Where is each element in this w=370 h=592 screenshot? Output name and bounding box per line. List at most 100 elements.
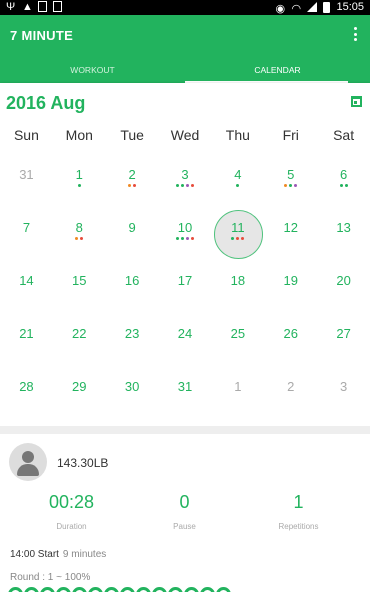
repetitions-metric: 1 Repetitions [237, 492, 360, 531]
workout-dots [159, 184, 212, 187]
day-number: 17 [177, 273, 193, 288]
calendar-day[interactable]: 26 [264, 312, 317, 365]
round-info: Round : 1 ~ 100% [10, 572, 91, 583]
day-number: 16 [124, 273, 140, 288]
workout-dots [159, 237, 212, 240]
day-number: 30 [124, 379, 140, 394]
day-number: 3 [339, 379, 348, 394]
calendar-day[interactable]: 28 [0, 365, 53, 418]
total-time: 9 minutes [62, 549, 107, 560]
calendar-day[interactable]: 16 [106, 259, 159, 312]
calendar-day[interactable]: 7 [0, 206, 53, 259]
calendar-day-today[interactable]: 11 [211, 206, 264, 259]
workout-dot [176, 237, 179, 240]
month-label: 2016 Aug [6, 93, 86, 113]
day-number: 18 [230, 273, 246, 288]
calendar-day[interactable]: 19 [264, 259, 317, 312]
calendar-day[interactable]: 8 [53, 206, 106, 259]
calendar-day[interactable]: 3 [317, 365, 370, 418]
weekday-label: Fri [282, 127, 299, 143]
calendar-day[interactable]: 13 [317, 206, 370, 259]
clock: 15:05 [336, 1, 364, 13]
tab-bar: WORKOUT CALENDAR [0, 59, 370, 83]
calendar-day[interactable]: 29 [53, 365, 106, 418]
calendar-week: 28 29 30 31 1 2 3 [0, 365, 370, 418]
tab-calendar[interactable]: CALENDAR [185, 59, 370, 83]
calendar-day[interactable]: 15 [53, 259, 106, 312]
calendar-day[interactable]: 9 [106, 206, 159, 259]
day-number: 25 [230, 326, 246, 341]
weekday-label: Thu [225, 127, 250, 143]
workout-dots [53, 184, 106, 187]
workout-dot [176, 184, 179, 187]
workout-dot [236, 184, 240, 187]
warning-icon: ▲ [22, 1, 33, 13]
calendar-day[interactable]: 25 [211, 312, 264, 365]
calendar-day[interactable]: 1 [211, 365, 264, 418]
workout-dot [133, 184, 137, 187]
status-bar: Ψ ▲ ◉ ◠ 15:05 [0, 0, 370, 15]
calendar-day[interactable]: 2 [106, 153, 159, 206]
day-number: 29 [72, 379, 87, 394]
avatar[interactable] [9, 443, 47, 481]
workout-dots [211, 237, 264, 240]
day-number: 2 [287, 379, 295, 394]
calendar-day[interactable]: 31 [0, 153, 53, 206]
calendar-day[interactable]: 18 [211, 259, 264, 312]
weekday-label: Wed [170, 127, 200, 143]
workout-dot [75, 237, 79, 240]
calendar-day[interactable]: 23 [106, 312, 159, 365]
calendar-day[interactable]: 4 [211, 153, 264, 206]
calendar-day[interactable]: 10 [159, 206, 212, 259]
calendar-day[interactable]: 24 [159, 312, 212, 365]
calendar-day[interactable]: 12 [264, 206, 317, 259]
calendar-day[interactable]: 21 [0, 312, 53, 365]
notification-icon [38, 1, 47, 12]
calendar-week: 21 22 23 24 25 26 27 [0, 312, 370, 365]
day-number: 20 [336, 273, 351, 288]
day-number: 11 [231, 220, 245, 235]
overflow-menu-icon[interactable] [352, 27, 358, 41]
calendar-week: 14 15 16 17 18 19 20 [0, 259, 370, 312]
pause-value: 0 [179, 492, 190, 512]
day-number: 31 [19, 167, 34, 182]
app-bar: 7 MINUTE WORKOUT CALENDAR [0, 15, 370, 83]
day-number: 26 [283, 326, 298, 341]
workout-dots [106, 184, 159, 187]
calendar-day[interactable]: 5 [264, 153, 317, 206]
day-number: 4 [234, 167, 242, 182]
calendar-day[interactable]: 17 [159, 259, 212, 312]
weekday-label: Mon [65, 127, 93, 143]
calendar-day[interactable]: 31 [159, 365, 212, 418]
calendar-day[interactable]: 22 [53, 312, 106, 365]
signal-icon [307, 2, 318, 12]
day-number: 27 [336, 326, 351, 341]
calendar-day[interactable]: 27 [317, 312, 370, 365]
calendar-week: 7 8 9 10 11 12 13 [0, 206, 370, 259]
duration-value: 00:28 [48, 492, 95, 512]
calendar-day[interactable]: 1 [53, 153, 106, 206]
workout-dot [191, 237, 194, 240]
start-info: 14:00 Start 9 minutes [10, 549, 106, 560]
calendar-day[interactable]: 3 [159, 153, 212, 206]
repetitions-value: 1 [293, 492, 304, 512]
workout-dots [317, 184, 370, 187]
pause-metric: 0 Pause [123, 492, 246, 531]
calendar-icon[interactable] [351, 96, 362, 107]
workout-dot [344, 184, 348, 187]
calendar-day[interactable]: 6 [317, 153, 370, 206]
workout-dot [80, 237, 84, 240]
day-number: 22 [72, 326, 87, 341]
day-number: 7 [22, 220, 31, 235]
calendar-day[interactable]: 2 [264, 365, 317, 418]
section-divider [0, 426, 370, 434]
calendar-day[interactable]: 20 [317, 259, 370, 312]
day-number: 1 [75, 167, 83, 182]
calendar-day[interactable]: 14 [0, 259, 53, 312]
app-title: 7 MINUTE [10, 28, 74, 43]
round-progress [8, 587, 231, 592]
tab-workout[interactable]: WORKOUT [0, 59, 185, 83]
calendar-day[interactable]: 30 [106, 365, 159, 418]
workout-dot [236, 237, 240, 240]
day-number: 12 [283, 220, 298, 235]
